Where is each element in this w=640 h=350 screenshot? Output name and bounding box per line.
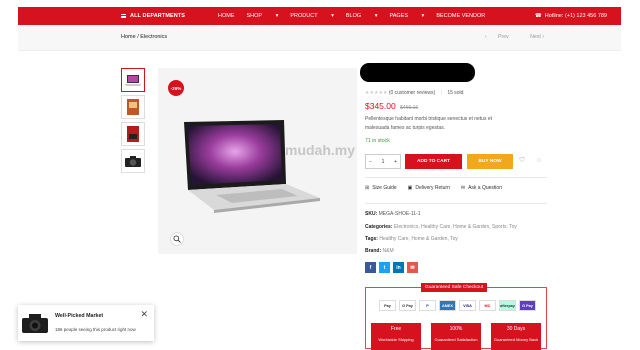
laptop-image <box>184 120 320 213</box>
nav-home[interactable]: HOME <box>218 13 235 19</box>
next-link[interactable]: Next › <box>520 34 544 40</box>
zoom-icon <box>173 235 181 243</box>
sku-value: MEGA-SHOE-11-1 <box>378 211 421 217</box>
truck-icon: ▣ <box>407 185 413 191</box>
main-nav: HOME SHOP ▾ PRODUCT ▾ BLOG ▾ PAGES ▾ BEC… <box>218 13 497 19</box>
product-description: Pellentesque habitant morbi tristique se… <box>365 115 492 132</box>
email-icon[interactable]: ✉ <box>407 262 418 273</box>
prev-next-nav: ‹ Prev Next › <box>475 34 544 40</box>
afterpay-icon: afterpay <box>499 300 516 311</box>
price-row: $345.00 $465.16 <box>365 101 418 111</box>
paypal-icon: P <box>419 300 436 311</box>
thumbnail-gallery <box>121 68 145 176</box>
ruler-icon: ⊞ <box>365 185 370 191</box>
social-share: f t in ✉ <box>365 262 418 273</box>
facebook-icon[interactable]: f <box>365 262 376 273</box>
sale-price: $345.00 <box>365 101 396 111</box>
live-viewers-toast: Well-Picked Market 186 people seeing thi… <box>18 305 154 341</box>
visa-icon: VISA <box>459 300 476 311</box>
all-departments-button[interactable]: ALL DEPARTMENTS <box>121 13 185 19</box>
hotline-text: Hotline: (+1) 123 456 789 <box>544 13 607 19</box>
toast-title: Well-Picked Market <box>55 313 104 319</box>
amex-icon: AMEX <box>439 300 456 311</box>
tags-row: Tags: Healthy Care, Home & Garden, Toy <box>365 236 458 242</box>
satisfaction-badge: 100% Guaranteed Satisfaction <box>431 323 481 350</box>
guarantee-badges: Free Worldwide Shipping 100% Guaranteed Sa… <box>366 323 546 350</box>
brand-link[interactable]: N&M <box>383 248 394 254</box>
ask-question-link[interactable]: ✉ Ask a Question <box>461 185 502 191</box>
wishlist-heart-icon[interactable]: ♡ <box>518 157 526 165</box>
toast-message: 186 people seeing this product right now <box>55 327 136 332</box>
quantity-value[interactable]: 1 <box>382 159 385 165</box>
safe-checkout-title: Guaranteed Safe Checkout <box>421 283 488 292</box>
nav-shop[interactable]: SHOP ▾ <box>247 13 279 19</box>
thumbnail-box[interactable] <box>121 122 145 146</box>
delivery-return-link[interactable]: ▣ Delivery Return <box>408 185 450 191</box>
menu-icon <box>121 14 126 18</box>
sku-row: SKU: MEGA-SHOE-11-1 <box>365 211 421 217</box>
brand-row: Brand: N&M <box>365 248 394 254</box>
nav-become-vendor[interactable]: BECOME VENDOR <box>436 13 485 19</box>
rating-row: ★★★★★ (0 customer reviews) | 15 sold <box>365 90 464 96</box>
buy-now-button[interactable]: BUY NOW <box>467 154 513 169</box>
nav-pages[interactable]: PAGES ▾ <box>389 13 424 19</box>
phone-icon: ☎ <box>534 13 542 19</box>
description-line-1: Pellentesque habitant morbi tristique se… <box>365 116 493 122</box>
gpay-icon: G Pay <box>519 300 536 311</box>
categories-row: Categories: Electronics, Healthy Care, H… <box>365 224 517 230</box>
mastercard-icon: MC <box>479 300 496 311</box>
question-icon: ✉ <box>460 185 466 191</box>
reviews-link[interactable]: (0 customer reviews) <box>389 90 435 96</box>
twitter-icon[interactable]: t <box>379 262 390 273</box>
size-guide-link[interactable]: ⊞ Size Guide <box>365 185 397 191</box>
close-icon[interactable]: ✕ <box>140 309 148 320</box>
linkedin-icon[interactable]: in <box>393 262 404 273</box>
safe-checkout-box: Guaranteed Safe Checkout Pay G Pay P AME… <box>365 283 547 350</box>
discount-badge: -26% <box>168 80 184 96</box>
main-product-image[interactable]: -26% <box>158 68 357 254</box>
money-back-badge: 30 Days Guaranteed Money Back <box>491 323 541 350</box>
tags-links[interactable]: Healthy Care, Home & Garden, Toy <box>379 236 458 242</box>
google-pay-icon: G Pay <box>399 300 416 311</box>
decrease-button[interactable]: − <box>369 159 372 165</box>
all-departments-label: ALL DEPARTMENTS <box>130 13 186 19</box>
star-rating: ★★★★★ <box>365 90 388 96</box>
prev-link[interactable]: ‹ Prev <box>485 34 509 40</box>
thumbnail-laptop[interactable] <box>121 68 145 92</box>
zoom-button[interactable] <box>170 232 184 246</box>
quantity-stepper[interactable]: − 1 + <box>365 154 401 169</box>
redacted-title <box>360 63 475 82</box>
divider <box>365 203 547 204</box>
hotline[interactable]: ☎ Hotline: (+1) 123 456 789 <box>535 13 607 19</box>
categories-links[interactable]: Electronics, Healthy Care, Home & Garden… <box>394 224 517 230</box>
thumbnail-book[interactable] <box>121 95 145 119</box>
divider <box>365 177 547 178</box>
nav-blog[interactable]: BLOG ▾ <box>346 13 378 19</box>
product-links: ⊞ Size Guide ▣ Delivery Return ✉ Ask a Ques… <box>365 185 513 191</box>
thumbnail-camera[interactable] <box>121 149 145 173</box>
payment-methods: Pay G Pay P AMEX VISA MC afterpay G Pay <box>379 300 536 311</box>
breadcrumb-bar: Home / Electronics ‹ Prev Next › <box>18 25 621 51</box>
nav-product[interactable]: PRODUCT ▾ <box>290 13 334 19</box>
sold-count: 15 sold <box>447 90 464 96</box>
increase-button[interactable]: + <box>394 159 397 165</box>
camera-image <box>22 314 48 333</box>
top-nav-bar: ALL DEPARTMENTS HOME SHOP ▾ PRODUCT ▾ BL… <box>18 7 621 25</box>
watermark: mudah.my <box>285 142 356 158</box>
old-price: $465.16 <box>400 105 419 111</box>
compare-icon[interactable]: ◌ <box>535 157 543 165</box>
add-to-cart-button[interactable]: ADD TO CART <box>405 154 462 169</box>
apple-pay-icon: Pay <box>379 300 396 311</box>
stock-status: 71 in stock <box>365 138 390 144</box>
breadcrumb[interactable]: Home / Electronics <box>121 34 167 40</box>
description-line-2: malesuada fames ac turpis egestas. <box>365 124 446 131</box>
free-shipping-badge: Free Worldwide Shipping <box>371 323 421 350</box>
